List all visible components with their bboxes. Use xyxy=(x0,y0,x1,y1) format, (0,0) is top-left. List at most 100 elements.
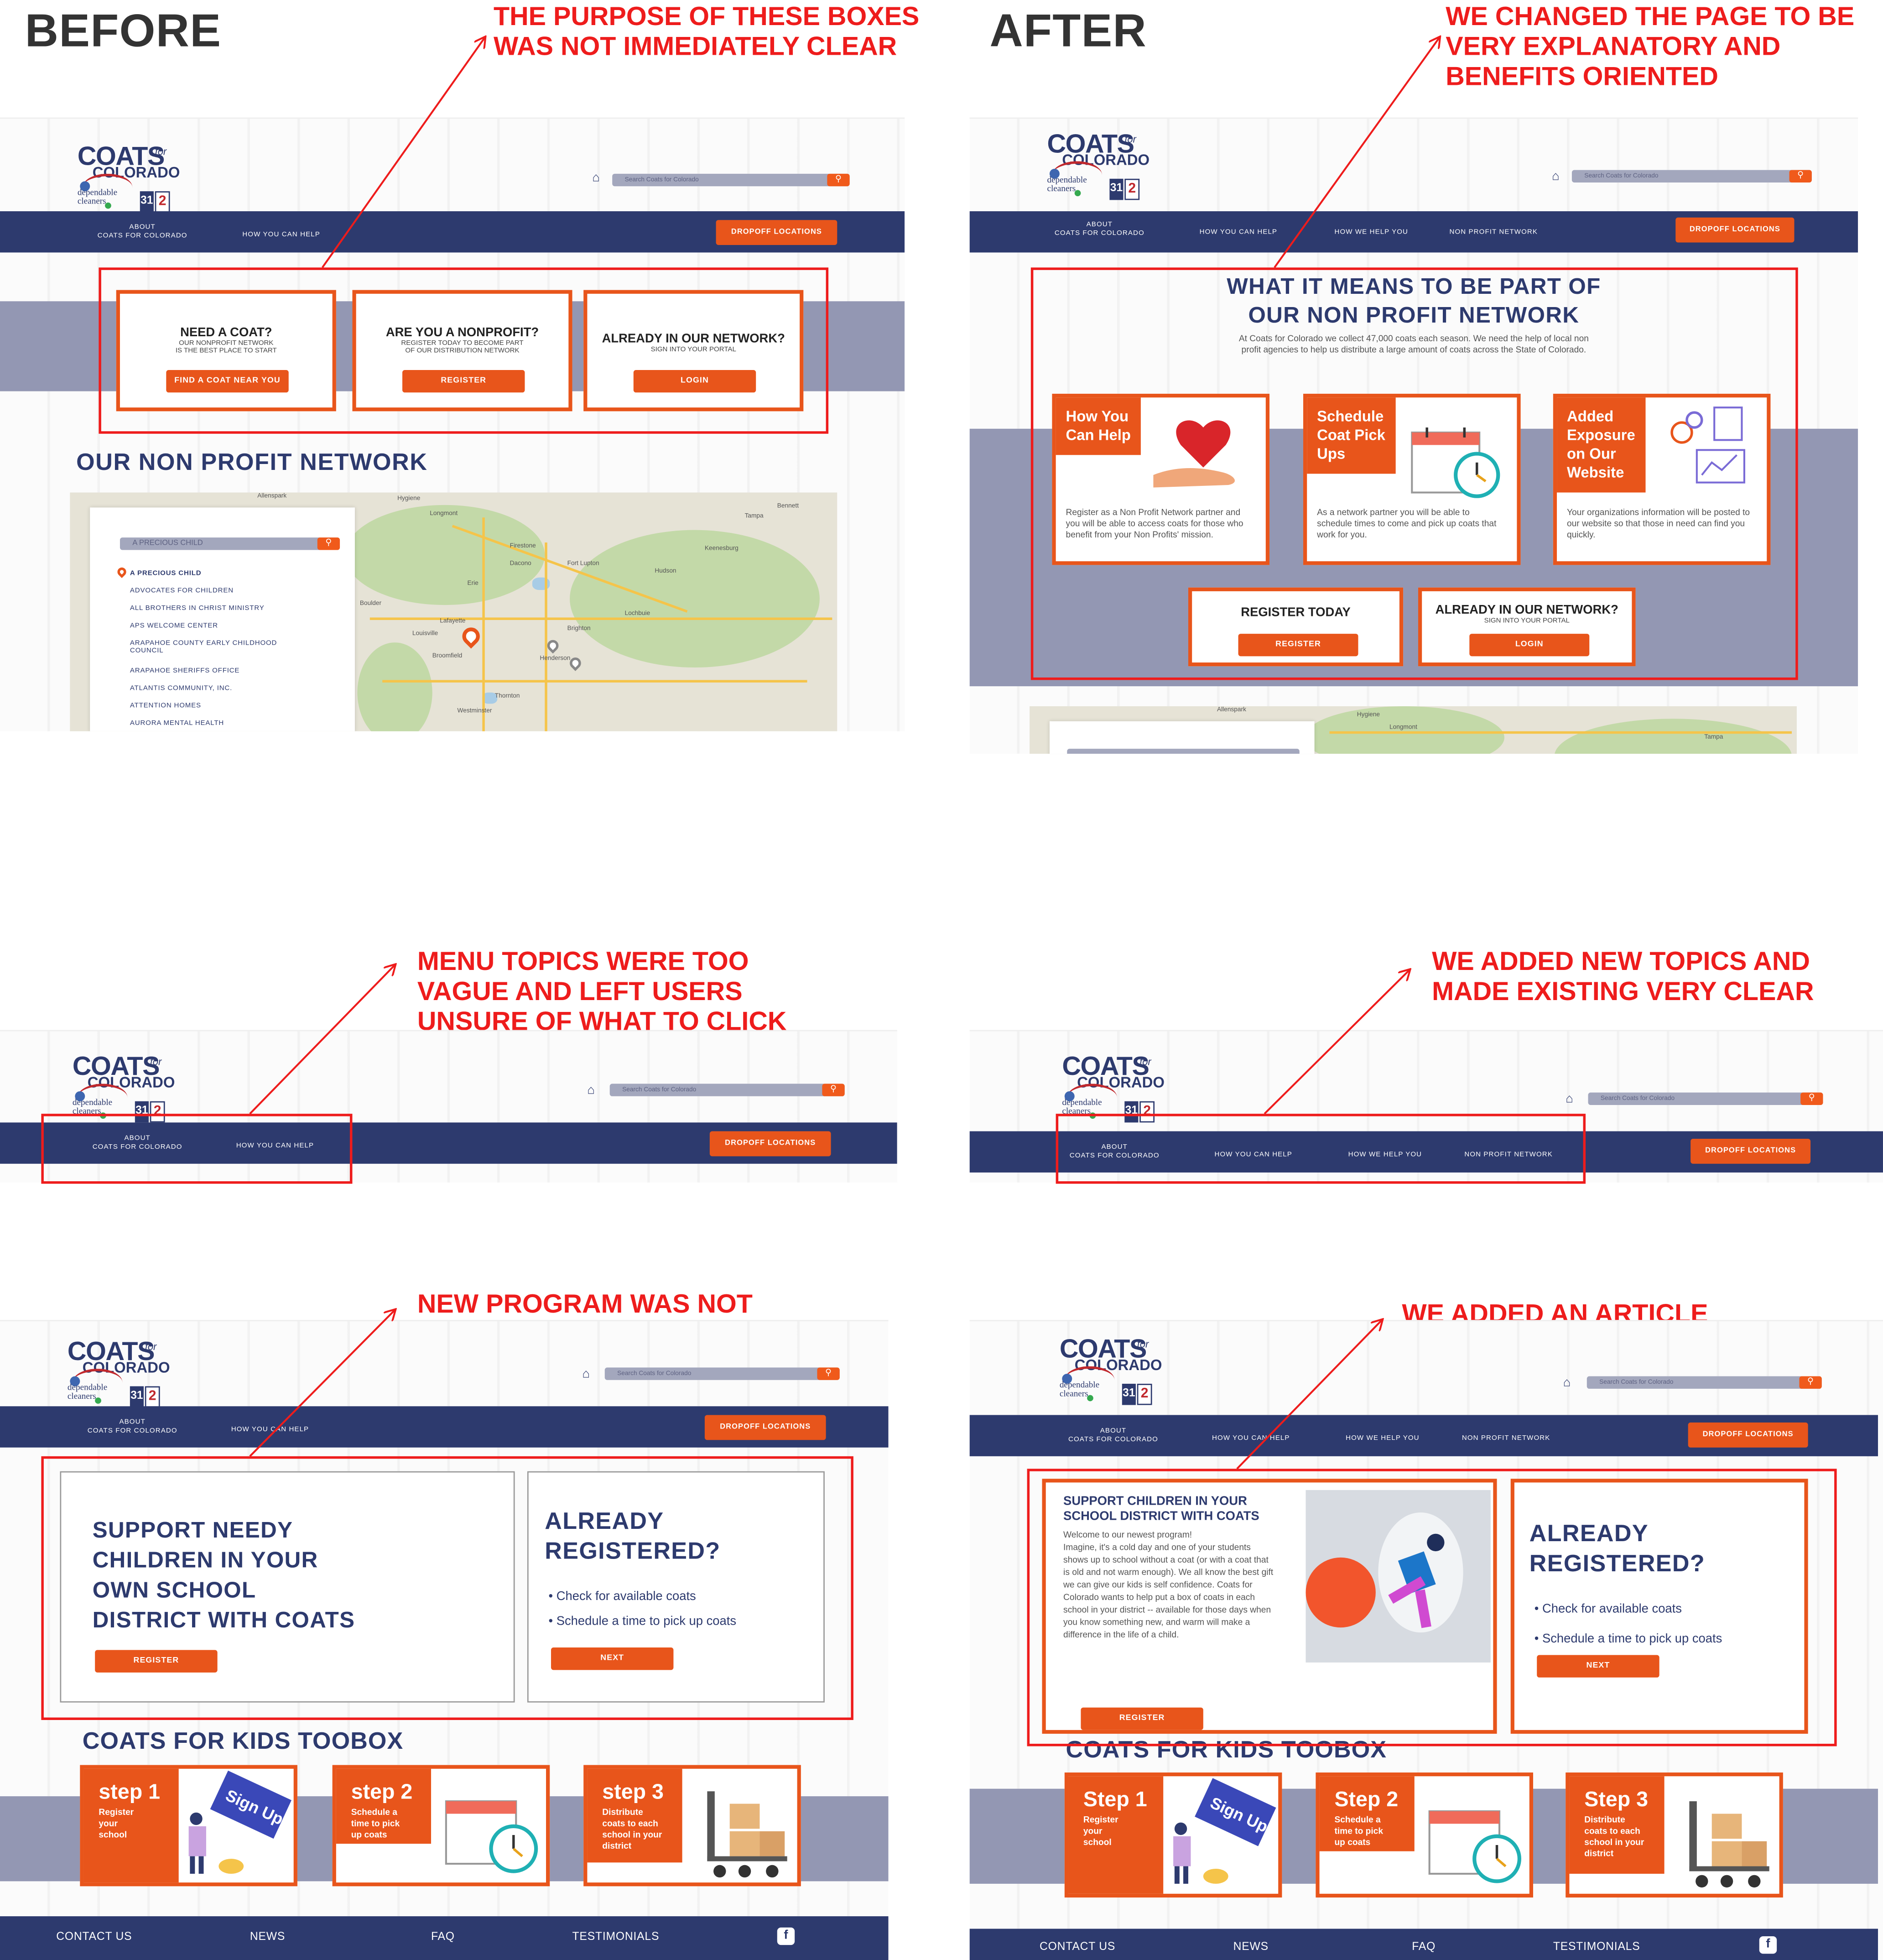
home-icon[interactable]: ⌂ xyxy=(592,172,600,185)
map-place: Erie xyxy=(467,580,479,588)
step-title: Step 1 xyxy=(1083,1787,1147,1811)
map-place: Fort Lupton xyxy=(567,560,599,568)
map-place: Tampa xyxy=(1704,734,1723,741)
nonprofit-list-item[interactable]: AURORA MENTAL HEALTH xyxy=(130,720,224,727)
map-place: Dacono xyxy=(510,560,531,568)
nonprofit-list-item[interactable]: ADVOCATES FOR CHILDREN xyxy=(130,588,234,595)
sponsor-logo: dependable cleaners xyxy=(67,1382,108,1402)
footer-news-link[interactable]: NEWS xyxy=(1233,1940,1269,1952)
dropoff-locations-button[interactable]: DROPOFF LOCATIONS xyxy=(704,1415,826,1440)
calendar-clock-icon xyxy=(445,1800,538,1873)
nav-non-profit-network[interactable]: NON PROFIT NETWORK xyxy=(1462,1435,1550,1444)
tv-31-text: 31 xyxy=(1110,181,1123,194)
nonprofit-list-item[interactable]: APS WELCOME CENTER xyxy=(130,622,218,630)
nav-how-we-help-you[interactable]: HOW WE HELP YOU xyxy=(1334,229,1408,237)
map-pin-icon[interactable] xyxy=(545,637,561,654)
tv-31-text: 31 xyxy=(130,1388,143,1402)
logo-dot xyxy=(1087,1395,1093,1402)
home-icon[interactable]: ⌂ xyxy=(587,1084,595,1097)
toolbox-heading: COATS FOR KIDS TOOBOX xyxy=(82,1729,404,1755)
search-icon[interactable]: ⚲ xyxy=(822,1084,845,1096)
footer-news-link[interactable]: NEWS xyxy=(250,1930,285,1942)
step-title: Step 2 xyxy=(1334,1787,1399,1811)
nonprofit-list-item[interactable]: A PRECIOUS CHILD xyxy=(130,570,202,577)
nonprofit-search-input[interactable]: A PRECIOUS CHILD ⚲ xyxy=(120,537,340,550)
search-icon[interactable]: ⚲ xyxy=(827,173,850,187)
nonprofit-list-item[interactable]: ARAPAHOE SHERIFFS OFFICE xyxy=(130,667,239,675)
footer-faq-link[interactable]: FAQ xyxy=(1412,1940,1436,1952)
nonprofit-search-input[interactable] xyxy=(1067,749,1300,754)
logo-for: for xyxy=(1124,134,1136,145)
nav-how-you-can-help[interactable]: HOW YOU CAN HELP xyxy=(231,1426,309,1435)
site-logo[interactable]: COATS for COLORADO dependable cleaners 3… xyxy=(1055,1334,1167,1421)
footer-contact-link[interactable]: CONTACT US xyxy=(1040,1940,1115,1952)
search-input[interactable]: Search Coats for Colorado ⚲ xyxy=(604,1367,840,1380)
nav-how-you-can-help[interactable]: HOW YOU CAN HELP xyxy=(1200,229,1277,237)
nav-non-profit-network[interactable]: NON PROFIT NETWORK xyxy=(1449,229,1538,237)
nav-how-you-can-help[interactable]: HOW YOU CAN HELP xyxy=(242,231,320,240)
sponsor-logo: dependable cleaners xyxy=(1059,1380,1100,1399)
search-input[interactable]: Search Coats for Colorado ⚲ xyxy=(1571,170,1812,183)
home-icon[interactable]: ⌂ xyxy=(1566,1093,1573,1106)
highlight-after-program xyxy=(1027,1469,1837,1746)
nonprofit-list-item[interactable]: ARAPAHOE COUNTY EARLY CHILDHOOD COUNCIL xyxy=(130,640,277,655)
sponsor-logo: dependable cleaners xyxy=(77,187,118,207)
step-desc: Distribute coats to each school in your … xyxy=(602,1809,662,1851)
step-1-card: Step 1 Register your school Sign Up xyxy=(1064,1772,1282,1898)
search-input[interactable]: Search Coats for Colorado ⚲ xyxy=(609,1084,845,1096)
home-icon[interactable]: ⌂ xyxy=(1563,1377,1571,1390)
network-map[interactable]: Allenspark Hygiene Longmont Firestone Da… xyxy=(70,492,837,731)
facebook-icon[interactable]: f xyxy=(777,1927,795,1945)
home-icon[interactable]: ⌂ xyxy=(1552,171,1560,183)
tv-31-text: 31 xyxy=(140,193,153,207)
tv-logo-31: 31 xyxy=(130,1386,144,1408)
search-placeholder: Search Coats for Colorado xyxy=(1599,1378,1674,1387)
sign-up-icon: Sign Up xyxy=(188,1770,292,1874)
site-logo[interactable]: COATS for COLORADO dependable cleaners 3… xyxy=(1042,129,1155,216)
dropoff-locations-button[interactable]: DROPOFF LOCATIONS xyxy=(709,1131,831,1157)
map-pin-icon[interactable] xyxy=(458,624,484,649)
dropoff-locations-button[interactable]: DROPOFF LOCATIONS xyxy=(1675,217,1795,243)
map-place: Thornton xyxy=(494,692,520,700)
footer-faq-link[interactable]: FAQ xyxy=(431,1930,455,1942)
search-placeholder: Search Coats for Colorado xyxy=(1600,1095,1675,1103)
nonprofit-list-item[interactable]: ALL BROTHERS IN CHRIST MINISTRY xyxy=(130,605,265,612)
nav-how-we-help-you[interactable]: HOW WE HELP YOU xyxy=(1346,1435,1420,1444)
search-icon[interactable]: ⚲ xyxy=(1800,1092,1823,1105)
search-input[interactable]: Search Coats for Colorado ⚲ xyxy=(1588,1092,1823,1105)
comparison-canvas: BEFORE AFTER THE PURPOSE OF THESE BOXES … xyxy=(0,0,1883,1960)
search-icon[interactable]: ⚲ xyxy=(1799,1376,1822,1389)
dropoff-locations-button[interactable]: DROPOFF LOCATIONS xyxy=(716,220,837,245)
map-place: Firestone xyxy=(510,542,536,550)
home-icon[interactable]: ⌂ xyxy=(582,1368,590,1381)
search-input[interactable]: Search Coats for Colorado ⚲ xyxy=(612,173,850,187)
dropoff-locations-button[interactable]: DROPOFF LOCATIONS xyxy=(1691,1138,1811,1164)
step-desc: Schedule a time to pick up coats xyxy=(351,1809,400,1840)
step-2-card: step 2 Schedule a time to pick up coats xyxy=(332,1765,550,1887)
search-placeholder: Search Coats for Colorado xyxy=(622,1086,697,1094)
nonprofit-list-item[interactable]: ATTENTION HOMES xyxy=(130,703,201,710)
search-icon[interactable]: ⚲ xyxy=(317,537,340,550)
nav-about[interactable]: ABOUT COATS FOR COLORADO xyxy=(98,224,187,241)
logo-for: for xyxy=(1139,1056,1151,1068)
map-place: Louisville xyxy=(412,630,438,638)
main-nav: ABOUT COATS FOR COLORADO HOW YOU CAN HEL… xyxy=(0,1406,889,1448)
search-icon[interactable]: ⚲ xyxy=(817,1367,840,1380)
footer-contact-link[interactable]: CONTACT US xyxy=(56,1930,132,1942)
nav-about[interactable]: ABOUT COATS FOR COLORADO xyxy=(88,1419,177,1436)
search-icon[interactable]: ⚲ xyxy=(1789,170,1812,183)
tv-logo-2: 2 xyxy=(155,191,170,213)
dropoff-locations-button[interactable]: DROPOFF LOCATIONS xyxy=(1688,1422,1808,1448)
network-map[interactable]: Allenspark Hygiene Longmont Tampa xyxy=(1030,706,1797,754)
nav-how-you-can-help[interactable]: HOW YOU CAN HELP xyxy=(1212,1435,1290,1444)
nav-about[interactable]: ABOUT COATS FOR COLORADO xyxy=(1068,1428,1158,1445)
tv-logo-31: 31 xyxy=(140,191,154,213)
footer-testimonials-link[interactable]: TESTIMONIALS xyxy=(572,1930,660,1942)
step-title: step 1 xyxy=(99,1780,161,1804)
footer-testimonials-link[interactable]: TESTIMONIALS xyxy=(1553,1940,1640,1952)
facebook-icon[interactable]: f xyxy=(1759,1936,1777,1954)
search-input[interactable]: Search Coats for Colorado ⚲ xyxy=(1587,1376,1822,1389)
nav-about[interactable]: ABOUT COATS FOR COLORADO xyxy=(1055,221,1144,239)
step-desc: Register your school xyxy=(99,1809,134,1840)
nonprofit-list-item[interactable]: ATLANTIS COMMUNITY, INC. xyxy=(130,685,232,692)
